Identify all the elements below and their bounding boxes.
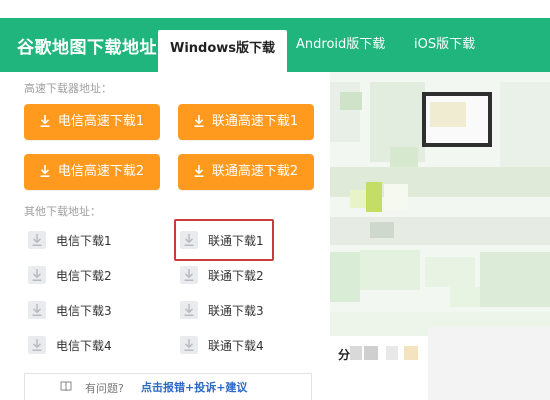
tab-ios[interactable]: iOS版下载	[414, 33, 475, 52]
download-icon	[194, 115, 204, 127]
download-icon	[180, 336, 198, 354]
telecom-high-speed-download-1-button[interactable]: 电信高速下载1	[24, 104, 160, 140]
report-feedback-link[interactable]: 点击报错+投诉+建议	[141, 379, 247, 395]
button-label: 电信高速下载1	[57, 114, 145, 129]
telecom-download-2-link[interactable]: 电信下载2	[28, 265, 112, 287]
download-icon	[180, 301, 198, 319]
unicom-download-2-link[interactable]: 联通下载2	[180, 265, 264, 287]
download-icon	[28, 231, 46, 249]
tab-windows[interactable]: Windows版下载	[158, 30, 288, 72]
blurred-preview-panel	[330, 72, 550, 400]
site-title: 谷歌地图下载地址	[17, 38, 157, 58]
feedback-bar: 有问题? 点击报错+投诉+建议	[24, 373, 312, 400]
download-icon	[194, 165, 204, 177]
other-downloads-label: 其他下载地址：	[24, 205, 101, 218]
link-label: 电信下载4	[56, 339, 112, 353]
download-panel: 谷歌地图下载地址 Windows版下载 Android版下载 iOS版下载 高速…	[0, 0, 550, 400]
unicom-download-4-link[interactable]: 联通下载4	[180, 335, 264, 357]
download-icon	[40, 165, 50, 177]
share-label: 分	[338, 348, 351, 362]
link-label: 电信下载2	[56, 269, 112, 283]
button-label: 联通高速下载1	[211, 114, 299, 129]
link-label: 电信下载3	[56, 304, 112, 318]
header-bar: 谷歌地图下载地址 Windows版下载 Android版下载 iOS版下载	[0, 18, 550, 72]
telecom-download-1-link[interactable]: 电信下载1	[28, 230, 112, 252]
link-label: 联通下载2	[208, 269, 264, 283]
download-icon	[180, 266, 198, 284]
telecom-high-speed-download-2-button[interactable]: 电信高速下载2	[24, 154, 160, 190]
book-icon	[60, 381, 72, 392]
highlight-box	[174, 219, 274, 261]
link-label: 联通下载3	[208, 304, 264, 318]
high-speed-label: 高速下载器地址：	[24, 82, 112, 95]
unicom-high-speed-download-1-button[interactable]: 联通高速下载1	[178, 104, 314, 140]
link-label: 联通下载4	[208, 339, 264, 353]
button-label: 电信高速下载2	[57, 164, 145, 179]
download-icon	[28, 301, 46, 319]
download-icon	[28, 266, 46, 284]
button-label: 联通高速下载2	[211, 164, 299, 179]
telecom-download-4-link[interactable]: 电信下载4	[28, 335, 112, 357]
telecom-download-3-link[interactable]: 电信下载3	[28, 300, 112, 322]
unicom-high-speed-download-2-button[interactable]: 联通高速下载2	[178, 154, 314, 190]
feedback-question: 有问题?	[85, 382, 124, 395]
download-icon	[28, 336, 46, 354]
download-icon	[40, 115, 50, 127]
tab-android[interactable]: Android版下载	[296, 33, 385, 52]
link-label: 电信下载1	[56, 234, 112, 248]
unicom-download-3-link[interactable]: 联通下载3	[180, 300, 264, 322]
